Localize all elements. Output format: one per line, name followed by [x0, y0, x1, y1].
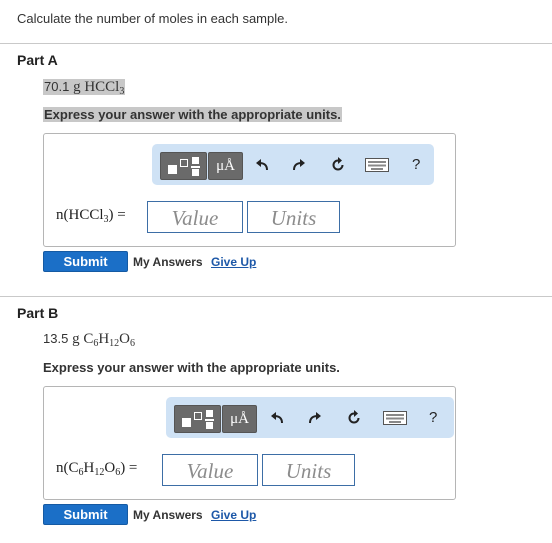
- templates-icon[interactable]: [174, 405, 221, 433]
- my-answers-link[interactable]: My Answers: [133, 508, 203, 522]
- units-input[interactable]: Units: [262, 454, 355, 486]
- help-icon[interactable]: ?: [429, 406, 437, 430]
- undo-icon[interactable]: [251, 153, 273, 177]
- divider: [0, 43, 552, 44]
- instructions-text: Calculate the number of moles in each sa…: [17, 11, 288, 26]
- part-a-toolbar: μÅ ?: [152, 144, 434, 185]
- part-b-answer-label: n(C6H12O6) =: [56, 460, 138, 478]
- units-icon[interactable]: μÅ: [222, 405, 257, 433]
- keyboard-icon[interactable]: [364, 153, 390, 177]
- give-up-link[interactable]: Give Up: [211, 255, 256, 269]
- my-answers-link[interactable]: My Answers: [133, 255, 203, 269]
- part-b-toolbar: μÅ ?: [166, 397, 454, 438]
- part-a-answer-box: μÅ ? n(HCCl3) = Value Units: [43, 133, 456, 247]
- submit-button[interactable]: Submit: [43, 504, 128, 525]
- part-a-instruction: Express your answer with the appropriate…: [43, 107, 342, 122]
- redo-icon[interactable]: [304, 406, 326, 430]
- value-input[interactable]: Value: [147, 201, 243, 233]
- part-b-answer-box: μÅ ? n(C6H12O6) = Value Units: [43, 386, 456, 500]
- reset-icon[interactable]: [343, 406, 365, 430]
- part-b-instruction: Express your answer with the appropriate…: [43, 360, 340, 375]
- part-a-sample: 70.1 g HCCl3: [43, 79, 126, 97]
- undo-icon[interactable]: [266, 406, 288, 430]
- help-icon[interactable]: ?: [412, 153, 420, 177]
- submit-button[interactable]: Submit: [43, 251, 128, 272]
- part-b-sample: 13.5 g C6H12O6: [43, 331, 136, 349]
- keyboard-icon[interactable]: [382, 406, 408, 430]
- part-b-title: Part B: [17, 305, 59, 321]
- part-a-answer-label: n(HCCl3) =: [56, 207, 126, 225]
- divider: [0, 296, 552, 297]
- give-up-link[interactable]: Give Up: [211, 508, 256, 522]
- reset-icon[interactable]: [327, 153, 349, 177]
- value-input[interactable]: Value: [162, 454, 258, 486]
- redo-icon[interactable]: [288, 153, 310, 177]
- units-icon[interactable]: μÅ: [208, 152, 243, 180]
- units-input[interactable]: Units: [247, 201, 340, 233]
- part-a-title: Part A: [17, 52, 58, 68]
- templates-icon[interactable]: [160, 152, 207, 180]
